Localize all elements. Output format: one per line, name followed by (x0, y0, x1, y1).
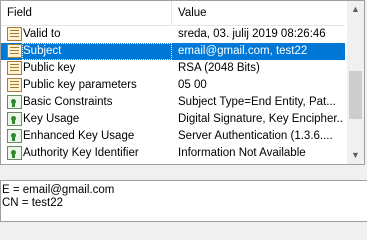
list-header: Field Value (1, 1, 345, 26)
field-detail-textbox[interactable]: E = email@gmail.com CN = test22 (0, 180, 367, 222)
certificate-extension-icon (7, 95, 22, 109)
row-field-name: Authority Key Identifier (23, 147, 139, 159)
row-field-name: Public key parameters (23, 79, 137, 91)
certificate-property-icon (7, 44, 22, 58)
vertical-scrollbar[interactable]: ▲ ▼ (347, 1, 364, 164)
table-row[interactable]: Basic Constraints Subject Type=End Entity… (1, 94, 345, 111)
table-row[interactable]: Authority Key Identifier Information Not … (1, 145, 345, 162)
row-field-name: Valid to (23, 28, 61, 40)
certificate-property-icon (7, 61, 22, 75)
row-field-name: Enhanced Key Usage (23, 130, 135, 142)
certificate-property-icon (7, 27, 22, 41)
table-row[interactable]: Enhanced Key Usage Server Authentication … (1, 128, 345, 145)
row-field-value: Subject Type=End Entity, Pat... (178, 96, 336, 108)
certificate-property-icon (7, 78, 22, 92)
row-field-name: Subject (22, 43, 172, 60)
certificate-extension-icon (7, 146, 22, 160)
scroll-down-icon[interactable]: ▼ (347, 147, 364, 164)
detail-line: CN = test22 (2, 197, 64, 209)
detail-line: E = email@gmail.com (2, 184, 115, 196)
table-row[interactable]: Key Usage Digital Signature, Key Encipher… (1, 111, 345, 128)
row-field-value: Information Not Available (178, 147, 306, 159)
row-field-name: Basic Constraints (23, 96, 113, 108)
table-row[interactable]: Public key parameters 05 00 (1, 77, 345, 94)
list-rows: Valid to sreda, 03. julij 2019 08:26:46 Su… (1, 26, 345, 162)
table-row[interactable]: Public key RSA (2048 Bits) (1, 60, 345, 77)
row-field-value: email@gmail.com, test22 (178, 45, 308, 57)
table-row[interactable]: Valid to sreda, 03. julij 2019 08:26:46 (1, 26, 345, 43)
row-field-name: Public key (23, 62, 76, 74)
column-header-field[interactable]: Field (1, 1, 172, 25)
row-field-value: Server Authentication (1.3.6.... (178, 130, 333, 142)
row-field-name: Key Usage (23, 113, 80, 125)
scroll-up-icon[interactable]: ▲ (347, 1, 364, 18)
certificate-extension-icon (7, 129, 22, 143)
row-field-value: 05 00 (178, 79, 207, 91)
column-header-value[interactable]: Value (172, 1, 345, 25)
row-field-value: RSA (2048 Bits) (178, 62, 260, 74)
scrollbar-thumb[interactable] (349, 71, 362, 119)
table-row[interactable]: Subject email@gmail.com, test22 (1, 43, 345, 60)
certificate-extension-icon (7, 112, 22, 126)
row-field-value: Digital Signature, Key Encipher... (178, 113, 343, 125)
certificate-fields-list[interactable]: Field Value Valid to sreda, 03. julij 201… (0, 0, 365, 165)
row-field-value: sreda, 03. julij 2019 08:26:46 (178, 28, 326, 40)
